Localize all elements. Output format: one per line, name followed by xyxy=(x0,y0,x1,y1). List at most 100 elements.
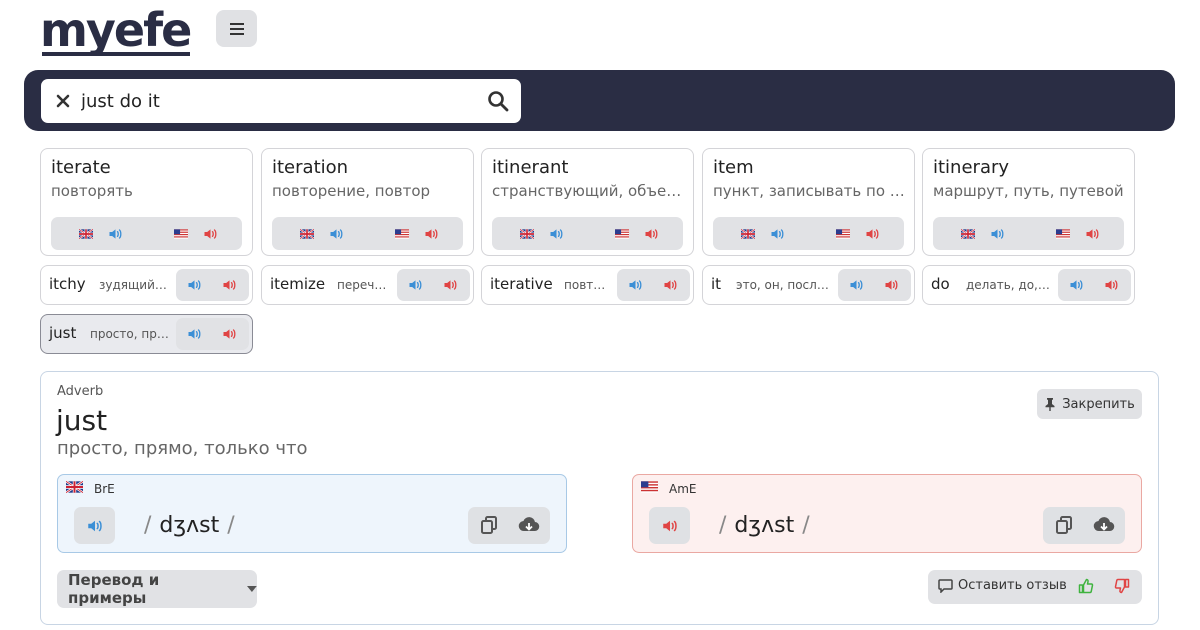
pill-translation: зудящий, чесоточный xyxy=(99,278,169,292)
word-pill-active[interactable]: just просто, прямо xyxy=(40,314,253,354)
pill-word: it xyxy=(711,275,722,293)
speaker-icon[interactable] xyxy=(221,277,238,293)
pin-icon xyxy=(1045,398,1055,411)
word-pill[interactable]: itemize перечислять xyxy=(261,265,474,305)
word-pill[interactable]: itchy зудящий, чесоточный xyxy=(40,265,253,305)
suggestion-card[interactable]: itinerant странствующий, объезжающий xyxy=(481,148,694,256)
pill-word: do xyxy=(931,275,950,293)
pill-translation: просто, прямо xyxy=(90,327,170,341)
ipa-slash: / xyxy=(719,513,727,538)
suggestion-translation: маршрут, путь, путевой xyxy=(933,182,1124,200)
speaker-icon[interactable] xyxy=(107,226,124,242)
play-ame-button[interactable] xyxy=(649,507,690,544)
speaker-icon[interactable] xyxy=(883,277,900,293)
suggestion-word: item xyxy=(713,157,754,178)
ipa-slash: / xyxy=(802,513,810,538)
suggestion-card[interactable]: iteration повторение, повтор xyxy=(261,148,474,256)
pill-translation: делать, до, так xyxy=(966,278,1052,292)
pill-audio xyxy=(838,269,911,301)
download-icon[interactable] xyxy=(518,516,540,539)
pill-translation: это, он, последний xyxy=(736,278,831,292)
word-pill[interactable]: iterative повторный xyxy=(481,265,694,305)
suggestion-card[interactable]: itinerary маршрут, путь, путевой xyxy=(922,148,1135,256)
thumbs-up-icon[interactable] xyxy=(1078,578,1094,599)
pill-translation: повторный xyxy=(564,278,612,292)
word-pill[interactable]: do делать, до, так xyxy=(922,265,1135,305)
bre-pronunciation: BrE / dʒʌst / xyxy=(57,474,567,553)
uk-flag-icon xyxy=(520,229,534,239)
speaker-icon[interactable] xyxy=(1103,277,1120,293)
speaker-icon[interactable] xyxy=(848,277,865,293)
translations-examples-button[interactable]: Перевод и примеры xyxy=(57,570,257,608)
site-logo[interactable]: myefe xyxy=(40,2,192,58)
pill-audio xyxy=(397,269,470,301)
detail-word: just xyxy=(56,404,108,437)
accent-label: BrE xyxy=(94,482,115,496)
pill-word: itemize xyxy=(270,275,326,293)
suggestion-word: itinerant xyxy=(492,157,569,178)
audio-bar xyxy=(492,217,683,250)
suggestion-word: iteration xyxy=(272,157,349,178)
suggestion-word: iterate xyxy=(51,157,111,178)
speaker-icon[interactable] xyxy=(1084,226,1101,242)
speaker-icon[interactable] xyxy=(643,226,660,242)
ipa-text: dʒʌst xyxy=(734,513,795,538)
speaker-icon xyxy=(85,517,105,535)
ame-pronunciation: AmE / dʒʌst / xyxy=(632,474,1142,553)
search-input[interactable] xyxy=(81,79,481,123)
speaker-icon[interactable] xyxy=(407,277,424,293)
speaker-icon[interactable] xyxy=(662,277,679,293)
pill-audio xyxy=(617,269,690,301)
us-flag-icon xyxy=(836,229,850,239)
speaker-icon[interactable] xyxy=(221,326,238,342)
speaker-icon[interactable] xyxy=(989,226,1006,242)
copy-icon[interactable] xyxy=(481,516,497,539)
ipa-slash: / xyxy=(227,513,235,538)
speaker-icon[interactable] xyxy=(186,277,203,293)
speaker-icon[interactable] xyxy=(328,226,345,242)
pill-translation: перечислять xyxy=(337,278,392,292)
leave-feedback-button[interactable]: Оставить отзыв xyxy=(938,578,1067,593)
more-label: Перевод и примеры xyxy=(68,571,160,607)
close-icon[interactable] xyxy=(53,91,73,111)
speaker-icon[interactable] xyxy=(769,226,786,242)
hamburger-icon xyxy=(229,22,244,35)
feedback-bar: Оставить отзыв xyxy=(928,570,1142,604)
pill-word: itchy xyxy=(49,275,86,293)
speaker-icon xyxy=(660,517,680,535)
accent-label: AmE xyxy=(669,482,697,496)
audio-bar xyxy=(272,217,463,250)
suggestion-card[interactable]: iterate повторять xyxy=(40,148,253,256)
thumbs-down-icon[interactable] xyxy=(1114,578,1130,599)
comment-icon xyxy=(938,578,953,593)
pill-word: just xyxy=(49,324,77,342)
uk-flag-icon xyxy=(961,229,975,239)
speaker-icon[interactable] xyxy=(202,226,219,242)
play-bre-button[interactable] xyxy=(74,507,115,544)
speaker-icon[interactable] xyxy=(442,277,459,293)
us-flag-icon xyxy=(174,229,188,239)
download-icon[interactable] xyxy=(1093,516,1115,539)
suggestion-card[interactable]: item пункт, записывать по пунктам xyxy=(702,148,915,256)
speaker-icon[interactable] xyxy=(186,326,203,342)
us-flag-icon xyxy=(641,481,658,493)
feedback-label: Оставить отзыв xyxy=(958,578,1067,593)
pron-tools xyxy=(468,507,550,544)
menu-button[interactable] xyxy=(216,10,257,47)
pin-label: Закрепить xyxy=(1062,396,1135,412)
ipa-transcription: / dʒʌst / xyxy=(711,513,818,538)
speaker-icon[interactable] xyxy=(627,277,644,293)
speaker-icon[interactable] xyxy=(423,226,440,242)
uk-flag-icon xyxy=(741,229,755,239)
search-icon[interactable] xyxy=(487,90,509,112)
pill-audio xyxy=(176,269,249,301)
copy-icon[interactable] xyxy=(1056,516,1072,539)
speaker-icon[interactable] xyxy=(864,226,881,242)
audio-bar xyxy=(713,217,904,250)
ipa-slash: / xyxy=(144,513,152,538)
speaker-icon[interactable] xyxy=(1068,277,1085,293)
speaker-icon[interactable] xyxy=(548,226,565,242)
pin-button[interactable]: Закрепить xyxy=(1037,389,1142,419)
word-pill[interactable]: it это, он, последний xyxy=(702,265,915,305)
uk-flag-icon xyxy=(66,481,83,493)
